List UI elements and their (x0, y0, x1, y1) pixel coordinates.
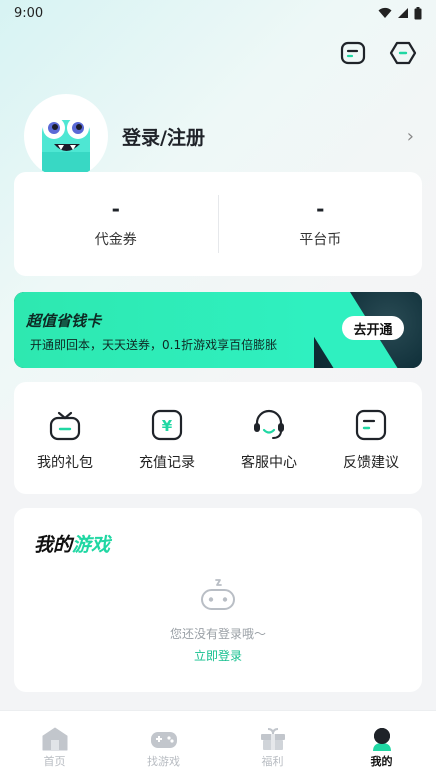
bottom-tab-bar: 首页 找游戏 福利 我的 (0, 710, 436, 776)
svg-text:¥: ¥ (162, 417, 173, 435)
platform-coin-label: 平台币 (299, 232, 342, 248)
top-actions (338, 38, 418, 68)
my-games-title: 我的游戏 (34, 534, 111, 556)
tab-me-label: 我的 (370, 755, 393, 768)
gamepad-icon (150, 732, 177, 748)
shortcut-recharge-record[interactable]: ¥ 充值记录 (116, 382, 218, 494)
shortcuts-card: 我的礼包 ¥ 充值记录 客服中心 反馈建议 (14, 382, 422, 494)
avatar[interactable] (24, 94, 108, 178)
status-time: 9:00 (14, 5, 44, 21)
headset-icon (254, 409, 284, 439)
banner-title: 超值省钱卡 (26, 312, 102, 330)
gift-box-icon (49, 411, 81, 441)
profile-header[interactable]: 登录/注册 › (24, 94, 416, 178)
wifi-icon (378, 7, 392, 18)
feedback-icon (355, 409, 387, 441)
savings-card-banner[interactable]: 超值省钱卡 开通即回本，天天送券，0.1折游戏享百倍膨胀 去开通 (14, 292, 422, 368)
login-register-link[interactable]: 登录/注册 (122, 123, 205, 150)
settings-button[interactable] (388, 38, 418, 68)
shortcut-recharge-record-label: 充值记录 (139, 455, 195, 471)
shortcut-my-gifts[interactable]: 我的礼包 (14, 382, 116, 494)
voucher-stat[interactable]: - 代金券 (14, 172, 218, 276)
platform-coin-value: - (316, 197, 325, 221)
shortcut-customer-service-label: 客服中心 (241, 455, 297, 471)
tab-home[interactable]: 首页 (0, 711, 109, 776)
tab-find-games-label: 找游戏 (147, 755, 180, 768)
message-button[interactable] (338, 38, 368, 68)
login-now-link[interactable]: 立即登录 (14, 647, 422, 664)
voucher-value: - (111, 197, 120, 221)
shortcut-customer-service[interactable]: 客服中心 (218, 382, 320, 494)
my-games-card: 我的游戏 您还没有登录哦～ 立即登录 (14, 508, 422, 692)
monster-avatar-icon (42, 117, 90, 172)
gift-icon (260, 728, 285, 750)
chevron-right-icon[interactable]: › (407, 126, 414, 147)
platform-coin-stat[interactable]: - 平台币 (219, 172, 423, 276)
tab-find-games[interactable]: 找游戏 (109, 711, 218, 776)
status-bar: 9:00 (0, 0, 436, 26)
recharge-record-icon: ¥ (151, 409, 183, 441)
shortcut-feedback-label: 反馈建议 (343, 455, 399, 471)
assets-card: - 代金券 - 平台币 (14, 172, 422, 276)
banner-subtitle: 开通即回本，天天送券，0.1折游戏享百倍膨胀 (30, 338, 278, 352)
tab-me[interactable]: 我的 (327, 711, 436, 776)
empty-state-text: 您还没有登录哦～ (169, 627, 266, 641)
battery-icon (414, 6, 422, 19)
tab-welfare-label: 福利 (261, 755, 284, 768)
voucher-label: 代金券 (94, 232, 137, 248)
shortcut-my-gifts-label: 我的礼包 (37, 455, 93, 471)
profile-icon (372, 728, 391, 751)
message-icon (340, 41, 366, 65)
shortcut-feedback[interactable]: 反馈建议 (320, 382, 422, 494)
tab-home-label: 首页 (43, 755, 66, 768)
home-icon (42, 727, 67, 751)
tab-welfare[interactable]: 福利 (218, 711, 327, 776)
settings-icon (389, 41, 417, 65)
activate-button[interactable]: 去开通 (342, 316, 404, 340)
empty-gamepad-icon (201, 579, 235, 610)
signal-icon (398, 8, 408, 18)
